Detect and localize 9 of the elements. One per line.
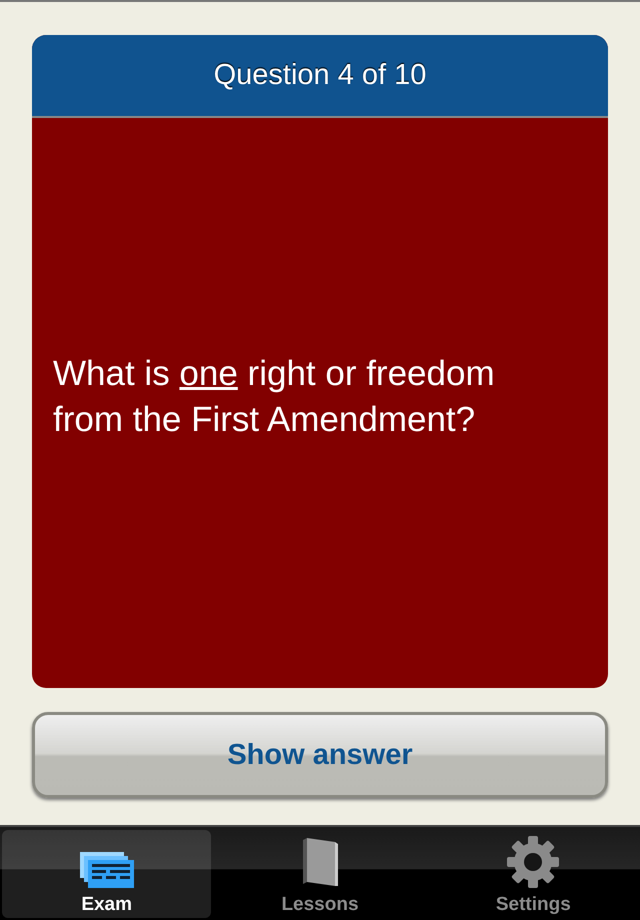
show-answer-button[interactable]: Show answer xyxy=(32,712,608,798)
book-icon xyxy=(300,836,339,888)
gear-icon xyxy=(507,836,560,888)
tab[interactable]: Exam xyxy=(2,830,212,918)
cards-icon xyxy=(80,852,134,888)
tab[interactable]: Lessons xyxy=(215,830,425,918)
tab[interactable]: Settings xyxy=(428,830,638,918)
question-counter: Question 4 of 10 xyxy=(214,59,426,92)
question-text: What is one right or freedom from the First Amendment? xyxy=(53,353,496,441)
